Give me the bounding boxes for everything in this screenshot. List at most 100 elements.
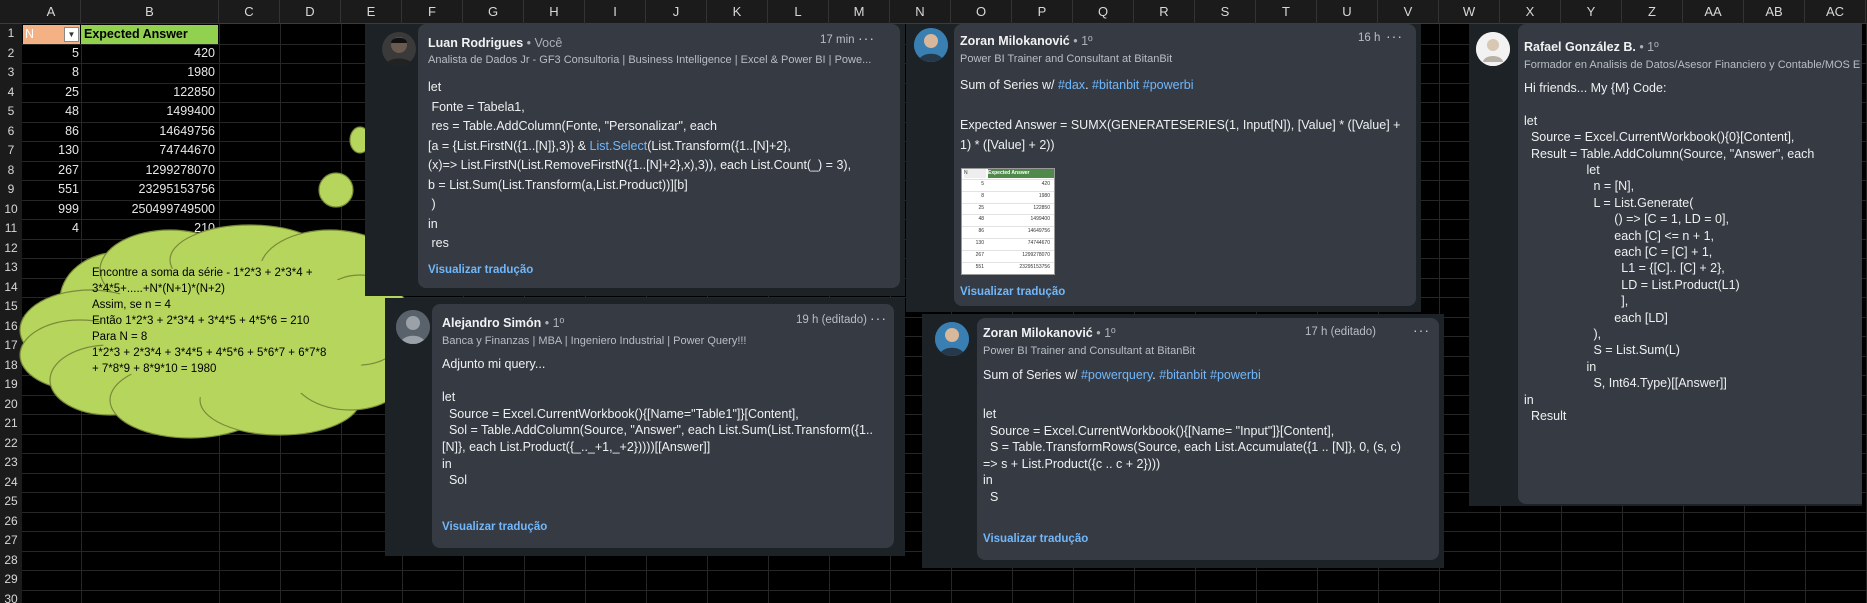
code-line: each [C = [C] + 1, [1524,245,1713,260]
thumb-row: 267 1299278070 [962,249,1054,259]
code-line: [a = {List.FirstN({1..[N]},3)} & List.Se… [428,137,851,157]
code-line: Adjunto mi query... [442,357,546,371]
thumb-cell-value: 1499400 [1030,216,1050,223]
hashtag-link[interactable]: #bitanbit [1159,368,1206,382]
thumb-cell-value: 14649756 [1027,228,1050,235]
bubble-problem-text: Encontre a soma da série - 1*2*3 + 2*3*4… [92,265,382,377]
code-line: in [983,473,993,488]
more-options-icon[interactable]: ··· [1386,28,1403,44]
code-line: [N]}, each List.Product({_.._+1,_+2}))))… [442,439,711,454]
bubble-text-line: 1*2*3 + 2*3*4 + 3*4*5 + 4*5*6 + 5*6*7 + … [92,347,327,359]
code-line: in [1524,392,1534,407]
comment-body: Hi friends... My {M} Code: let Source = E… [1524,80,1814,425]
author-name[interactable]: Zoran Milokanović • 1º [960,34,1093,48]
hashtag-link[interactable]: #powerbi [1143,78,1194,92]
code-line: ) [428,197,436,211]
translate-link[interactable]: Visualizar tradução [428,264,533,276]
author-headline: Analista de Dados Jr - GF3 Consultoria |… [428,54,872,66]
avatar-zoran[interactable] [914,28,948,62]
code-line: ), [1524,327,1602,342]
code-line: in [428,216,438,231]
code-line: L1 = {[C].. [C] + 2}, [1524,261,1725,276]
code-fragment: [a = {List.FirstN({1..[N]},3)} & [428,138,590,153]
thumb-cell-value: 1980 [1038,192,1050,199]
dax-formula-line: 1) * ([Value] + 2)) [960,138,1055,152]
bubble-text-line: Para N = 8 [92,331,148,343]
code-line: Sol [442,473,468,488]
code-line: Source = Excel.CurrentWorkbook(){[Name= … [983,423,1335,438]
code-line: Sol = Table.AddColumn(Source, "Answer", … [442,423,873,438]
bubble-text-line: 3*4*5+.....+N*(N+1)*(N+2) [92,283,225,295]
code-line: n = [N], [1524,179,1635,194]
comment-time: 19 h (editado) [796,314,867,326]
thumb-cell-value: 74744670 [1027,240,1050,246]
thumb-cell-value: 23295153756 [1019,263,1050,270]
more-options-icon[interactable]: ··· [1413,322,1430,338]
code-line: in [442,456,452,471]
function-link[interactable]: List.Select [590,139,648,153]
comment-zoran-dax: Zoran Milokanović • 1º Power BI Trainer … [914,24,1416,306]
thumb-cell-value: 420 [1041,181,1050,187]
comment-body: Adjunto mi query... let Source = Excel.Cu… [442,356,873,489]
code-line: () => [C = 1, LD = 0], [1524,212,1729,227]
hashtag-link[interactable]: #bitanbit [1092,78,1139,92]
code-line: (x)=> List.FirstN(List.RemoveFirstN({1..… [428,158,852,172]
thumb-cell-value: 1299278070 [1022,251,1050,258]
comment-time: 16 h [1358,32,1381,44]
thumb-row: 25 122850 [962,202,1054,212]
dax-formula-line: Expected Answer = SUMX(GENERATESERIES(1,… [960,118,1401,132]
avatar-rafael[interactable] [1476,32,1510,66]
bubble-text-line: Então 1*2*3 + 2*3*4 + 3*4*5 + 4*5*6 = 21… [92,315,310,327]
table-screenshot-thumbnail[interactable]: N Expected Answer 5 420 8 1980 25 122850 48 14994… [961,168,1055,275]
code-line: Result = Table.AddColumn(Source, "Answer… [1524,146,1815,161]
author-name[interactable]: Luan Rodrigues • Você [428,36,562,50]
author-name[interactable]: Alejandro Simón • 1º [442,316,564,330]
code-line: S, Int64.Type)[[Answer]] [1524,376,1727,391]
code-line: Source = Excel.CurrentWorkbook(){0}[Cont… [1524,130,1795,145]
author-name[interactable]: Rafael González B. • 1º [1524,40,1659,54]
avatar-luan[interactable] [382,32,416,66]
bubble-text-line: Encontre a soma da série - 1*2*3 + 2*3*4… [92,267,313,279]
code-line: L = List.Generate( [1524,195,1694,210]
author-headline: Formador en Analisis de Datos/Asesor Fin… [1524,59,1861,71]
thumb-row: 86 14649756 [962,226,1054,235]
code-line: => s + List.Product({c .. c + 2}))) [983,456,1161,471]
code-line: in [1524,359,1597,374]
thumb-cell-n: 5 [981,181,984,187]
thumb-cell-n: 25 [978,204,984,211]
avatar-zoran[interactable] [935,322,969,356]
code-line: let [1524,163,1600,178]
comment-luan: Luan Rodrigues • Você Analista de Dados … [382,24,900,288]
translate-link[interactable]: Visualizar tradução [960,286,1065,298]
translate-link[interactable]: Visualizar tradução [442,521,547,533]
author-name[interactable]: Zoran Milokanović • 1º [983,326,1116,340]
code-line: ], [1524,294,1629,309]
thumb-header-expected: Expected Answer [988,169,1054,178]
code-line: let [983,407,997,421]
thumb-cell-value: 122850 [1033,204,1050,211]
comment-rafael: Rafael González B. • 1º Formador en Anal… [1476,24,1862,504]
hashtag-link[interactable]: #powerquery [1081,368,1152,382]
thumb-row: 130 74744670 [962,238,1054,247]
code-line: LD = List.Product(L1) [1524,277,1740,292]
hashtag-link[interactable]: #dax [1058,78,1085,92]
more-options-icon[interactable]: ··· [870,310,887,326]
thumb-row: 551 23295153756 [962,261,1054,271]
code-line: S = List.Sum(L) [1524,343,1680,358]
translate-link[interactable]: Visualizar tradução [983,533,1088,545]
comment-body: let Source = Excel.CurrentWorkbook(){[Na… [983,406,1401,506]
code-line: S = Table.TransformRows(Source, each Lis… [983,440,1401,455]
thumb-cell-n: 86 [978,228,984,235]
code-line: let [442,390,456,405]
avatar-alejandro[interactable] [396,310,430,344]
comment-intro: Sum of Series w/ #powerquery. #bitanbit … [983,368,1261,382]
comment-intro: Sum of Series w/ #dax. #bitanbit #powerb… [960,78,1194,92]
code-fragment: (List.Transform({1..[N]+2}, [647,138,791,153]
code-line: res = Table.AddColumn(Fonte, "Personaliz… [428,119,718,133]
code-line: S [983,489,999,504]
author-headline: Power BI Trainer and Consultant at Bitan… [983,345,1196,357]
hashtag-link[interactable]: #powerbi [1210,368,1261,382]
more-options-icon[interactable]: ··· [858,30,875,46]
